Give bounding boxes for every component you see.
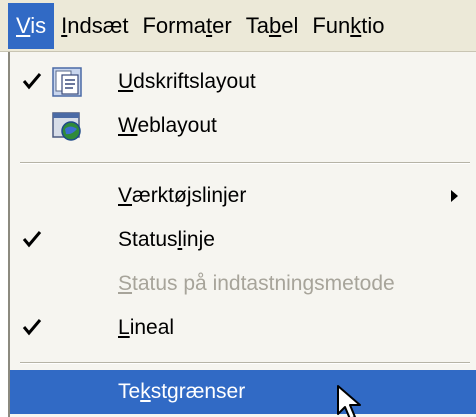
menu-item-label: Tekstgrænser bbox=[118, 380, 246, 403]
menu-funktioner-label: Funktio bbox=[312, 12, 385, 38]
vis-dropdown-menu: Udskriftslayout Weblayout Værktøjslinjer… bbox=[8, 52, 476, 417]
arrow-cursor-icon bbox=[337, 385, 361, 417]
checkmark-icon bbox=[22, 231, 42, 248]
submenu-arrow-icon bbox=[451, 190, 458, 202]
menu-item-lineal[interactable]: Lineal bbox=[10, 306, 476, 350]
menu-item-vaerktoejslinjer[interactable]: Værktøjslinjer bbox=[10, 174, 476, 218]
menu-separator bbox=[20, 162, 470, 164]
menu-item-weblayout[interactable]: Weblayout bbox=[10, 104, 476, 148]
menu-item-label: Værktøjslinjer bbox=[118, 184, 247, 207]
menu-tabel[interactable]: Tabel bbox=[239, 3, 306, 49]
checkmark-icon bbox=[22, 319, 42, 336]
menu-funktioner[interactable]: Funktio bbox=[305, 3, 391, 49]
web-layout-icon bbox=[52, 112, 81, 141]
screen: Vis Indsæt Formater Tabel Funktio Udskri… bbox=[0, 0, 476, 417]
menu-item-tekstgraenser[interactable]: Tekstgrænser bbox=[10, 370, 476, 414]
menu-item-label: Lineal bbox=[118, 316, 175, 339]
menu-separator bbox=[20, 362, 470, 364]
menu-item-label: Weblayout bbox=[118, 114, 217, 137]
menu-indsaet-label: Indsæt bbox=[61, 12, 129, 38]
menu-bar: Vis Indsæt Formater Tabel Funktio bbox=[0, 0, 476, 52]
menu-item-label: Statuslinje bbox=[118, 228, 215, 251]
menu-item-statuslinje[interactable]: Statuslinje bbox=[10, 218, 476, 262]
menu-tabel-label: Tabel bbox=[245, 12, 299, 38]
menu-indsaet[interactable]: Indsæt bbox=[54, 3, 135, 49]
menu-item-status-indtastningsmetode: Status på indtastningsmetode bbox=[10, 262, 476, 306]
menu-formater-label: Formater bbox=[142, 12, 232, 38]
checkmark-icon bbox=[22, 73, 42, 90]
menu-formater[interactable]: Formater bbox=[135, 3, 238, 49]
menu-item-udskriftslayout[interactable]: Udskriftslayout bbox=[10, 60, 476, 104]
menu-item-label: Udskriftslayout bbox=[118, 70, 256, 93]
print-layout-icon bbox=[52, 67, 82, 97]
menu-item-label: Status på indtastningsmetode bbox=[118, 272, 395, 295]
menu-vis[interactable]: Vis bbox=[8, 2, 55, 49]
menu-vis-label: Vis bbox=[16, 12, 47, 38]
